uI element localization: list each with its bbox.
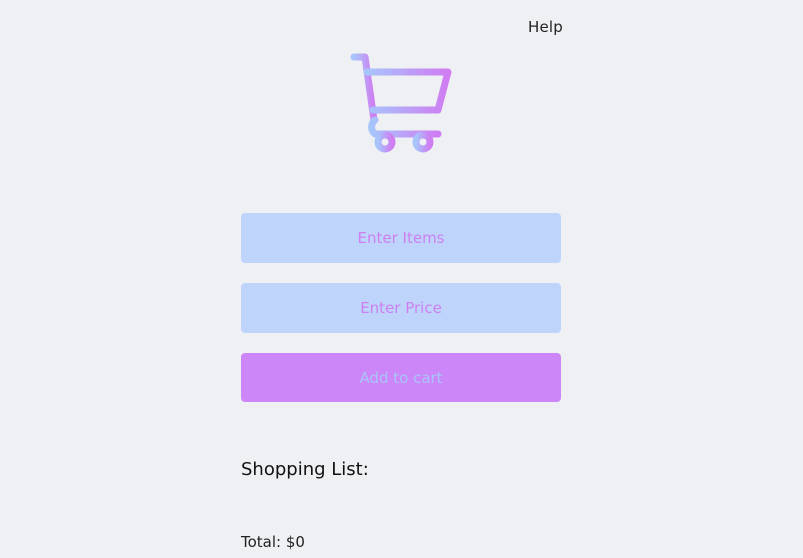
- total-amount: Total: $0: [241, 533, 305, 551]
- shopping-list-heading: Shopping List:: [241, 459, 369, 480]
- enter-items-input[interactable]: [241, 213, 561, 263]
- help-link[interactable]: Help: [528, 18, 563, 36]
- shopping-cart-icon: [348, 50, 454, 156]
- enter-price-input[interactable]: [241, 283, 561, 333]
- add-to-cart-button[interactable]: Add to cart: [241, 353, 561, 402]
